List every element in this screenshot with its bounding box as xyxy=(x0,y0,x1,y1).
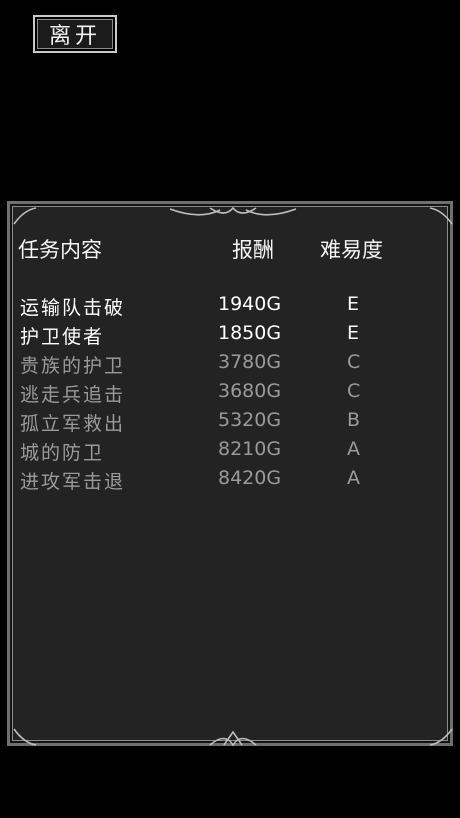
mission-difficulty: C xyxy=(347,380,361,402)
mission-name: 运输队击破 xyxy=(20,297,126,319)
header-reward: 报酬 xyxy=(232,238,274,262)
mission-row[interactable]: 逃走兵追击 3680G C xyxy=(10,380,450,409)
mission-row[interactable]: 城的防卫 8210G A xyxy=(10,438,450,467)
mission-reward: 8210G xyxy=(218,438,282,460)
mission-row[interactable]: 贵族的护卫 3780G C xyxy=(10,351,450,380)
header-mission-content: 任务内容 xyxy=(18,238,102,262)
mission-difficulty: A xyxy=(347,438,360,460)
mission-name: 护卫使者 xyxy=(20,326,105,348)
mission-reward: 3680G xyxy=(218,380,282,402)
mission-row[interactable]: 进攻军击退 8420G A xyxy=(10,467,450,496)
mission-reward: 8420G xyxy=(218,467,282,489)
header-difficulty: 难易度 xyxy=(320,238,383,262)
mission-row[interactable]: 运输队击破 1940G E xyxy=(10,293,450,322)
mission-name: 逃走兵追击 xyxy=(20,384,126,406)
mission-board-panel: 任务内容 报酬 难易度 运输队击破 1940G E 护卫使者 1850G E 贵族的护卫 37… xyxy=(7,201,453,747)
mission-difficulty: B xyxy=(347,409,361,431)
mission-reward: 1940G xyxy=(218,293,282,315)
mission-name: 贵族的护卫 xyxy=(20,355,126,377)
mission-reward: 1850G xyxy=(218,322,282,344)
leave-button[interactable]: 离开 xyxy=(33,15,117,53)
mission-difficulty: C xyxy=(347,351,361,373)
mission-difficulty: E xyxy=(347,322,360,344)
mission-name: 城的防卫 xyxy=(20,442,105,464)
mission-name: 孤立军救出 xyxy=(20,413,126,435)
mission-row[interactable]: 护卫使者 1850G E xyxy=(10,322,450,351)
mission-name: 进攻军击退 xyxy=(20,471,126,493)
mission-reward: 3780G xyxy=(218,351,282,373)
mission-difficulty: A xyxy=(347,467,360,489)
mission-reward: 5320G xyxy=(218,409,282,431)
mission-row[interactable]: 孤立军救出 5320G B xyxy=(10,409,450,438)
leave-button-label: 离开 xyxy=(48,24,101,49)
mission-difficulty: E xyxy=(347,293,360,315)
